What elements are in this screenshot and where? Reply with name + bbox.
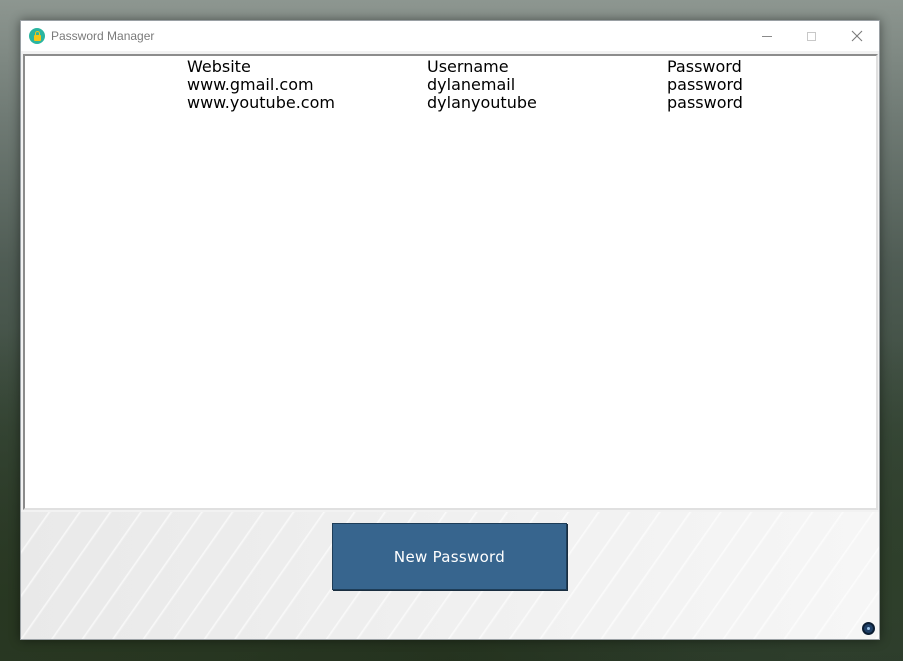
username-cell: dylanyoutube bbox=[427, 93, 537, 112]
minimize-button[interactable] bbox=[744, 21, 789, 51]
header-row: Website Username Password bbox=[25, 58, 876, 76]
close-button[interactable] bbox=[834, 21, 879, 51]
lock-icon bbox=[29, 28, 45, 44]
action-panel: New Password bbox=[21, 512, 879, 639]
password-cell: password bbox=[667, 93, 743, 112]
tray-icon[interactable] bbox=[862, 622, 875, 635]
maximize-icon bbox=[807, 31, 816, 41]
list-item[interactable]: www.gmail.com dylanemail password bbox=[25, 76, 876, 94]
website-cell: www.gmail.com bbox=[187, 75, 314, 94]
close-icon bbox=[851, 30, 862, 42]
username-cell: dylanemail bbox=[427, 75, 516, 94]
list-item[interactable]: www.youtube.com dylanyoutube password bbox=[25, 94, 876, 112]
new-password-button[interactable]: New Password bbox=[332, 523, 567, 590]
header-password: Password bbox=[667, 57, 742, 76]
minimize-icon bbox=[761, 35, 772, 37]
window-controls bbox=[744, 21, 879, 51]
header-username: Username bbox=[427, 57, 509, 76]
website-cell: www.youtube.com bbox=[187, 93, 335, 112]
maximize-button[interactable] bbox=[789, 21, 834, 51]
header-website: Website bbox=[187, 57, 251, 76]
window-title: Password Manager bbox=[51, 29, 155, 43]
password-manager-window: Password Manager Website Username Passwo… bbox=[20, 20, 880, 640]
title-bar[interactable]: Password Manager bbox=[21, 21, 879, 51]
password-cell: password bbox=[667, 75, 743, 94]
password-listbox[interactable]: Website Username Password www.gmail.com … bbox=[23, 54, 878, 510]
